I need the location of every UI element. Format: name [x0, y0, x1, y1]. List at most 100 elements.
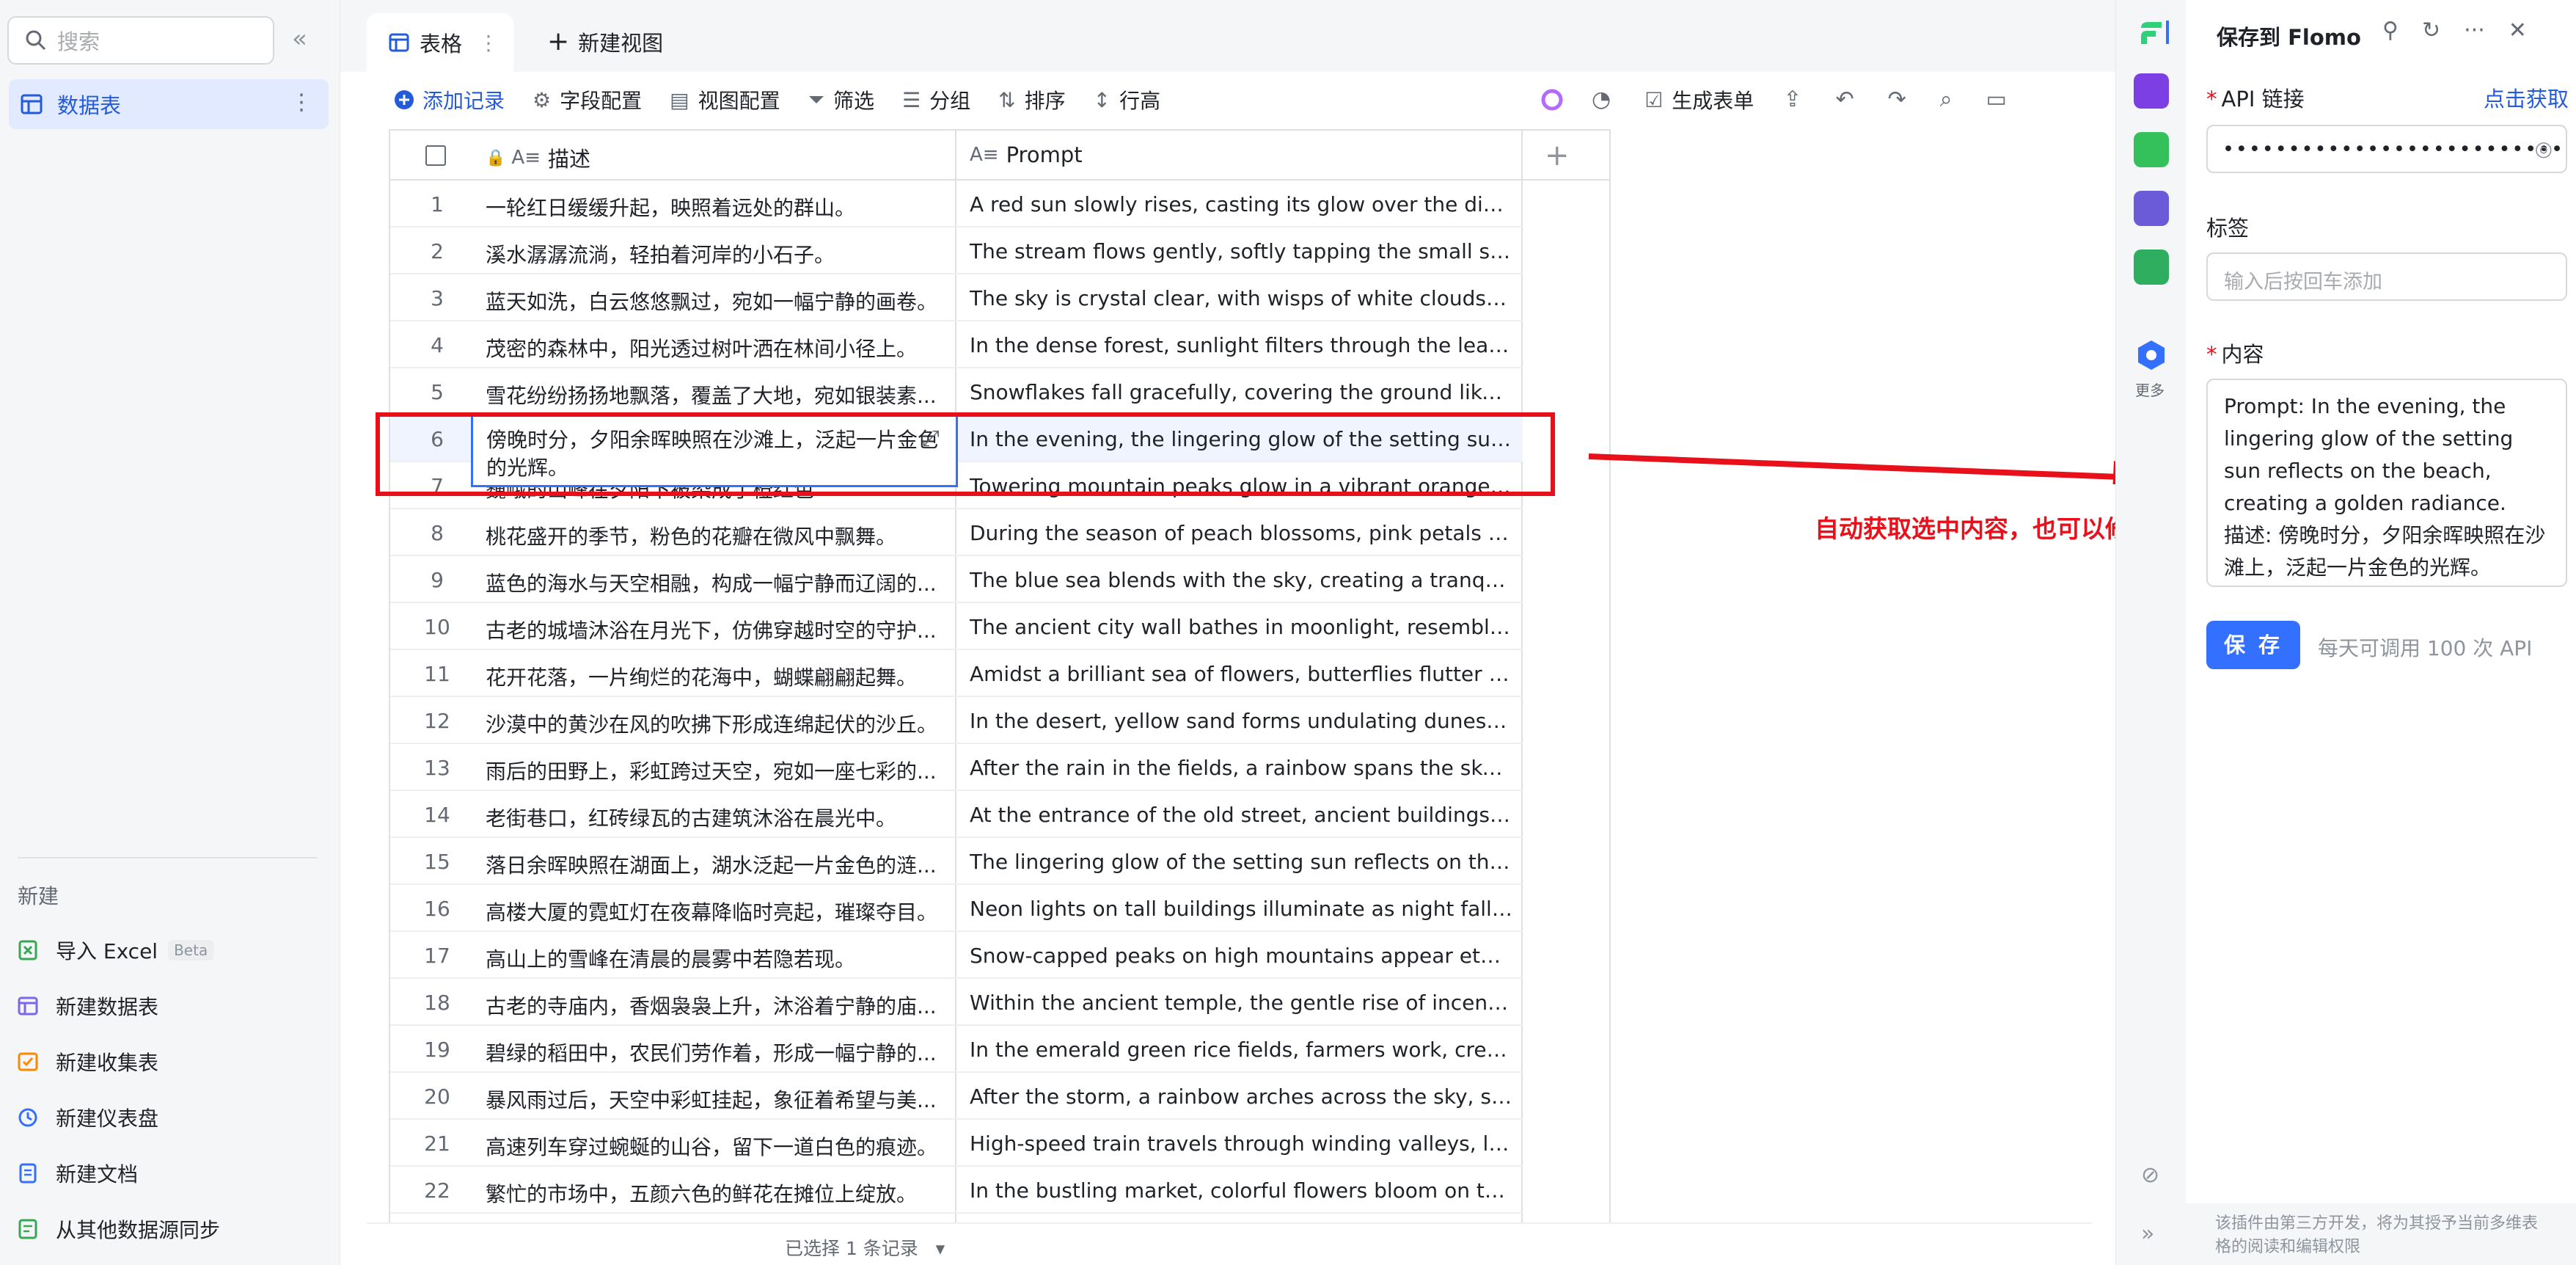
undo-icon[interactable]: ↶: [1835, 89, 1854, 111]
ai-assistant-icon[interactable]: [1540, 88, 1564, 112]
table-row[interactable]: 16 高楼大厦的霓虹灯在夜幕降临时亮起，璀璨夺目。 Neon lights on t…: [390, 885, 1523, 932]
cell-desc[interactable]: 高楼大厦的霓虹灯在夜幕降临时亮起，璀璨夺目。: [484, 897, 952, 926]
cell-desc[interactable]: 暴风雨过后，天空中彩虹挂起，象征着希望与美...: [484, 1084, 952, 1114]
cell-desc[interactable]: 老街巷口，红砖绿瓦的古建筑沐浴在晨光中。: [484, 803, 952, 832]
cell-prompt[interactable]: High-speed train travels through winding…: [970, 1131, 1512, 1156]
new-dashboard-item[interactable]: 新建仪表盘: [18, 1099, 158, 1136]
add-column-icon[interactable]: +: [1545, 141, 1570, 170]
comment-icon[interactable]: ▭: [1986, 89, 2007, 111]
table-row[interactable]: 17 高山上的雪峰在清晨的晨雾中若隐若现。 Snow-capped peaks on…: [390, 932, 1523, 979]
table-row[interactable]: 9 蓝色的海水与天空相融，构成一幅宁静而辽阔的... The blue sea bl…: [390, 556, 1523, 603]
search-input[interactable]: 搜索: [7, 16, 274, 65]
cell-prompt[interactable]: Neon lights on tall buildings illuminate…: [970, 897, 1512, 921]
plugin-user-icon[interactable]: [2134, 73, 2169, 109]
cell-prompt[interactable]: Snow-capped peaks on high mountains appe…: [970, 944, 1512, 968]
cell-prompt[interactable]: The stream flows gently, softly tapping …: [970, 239, 1512, 263]
cell-prompt[interactable]: During the season of peach blossoms, pin…: [970, 521, 1512, 545]
sync-datasource-item[interactable]: 从其他数据源同步: [18, 1211, 220, 1247]
pin-icon[interactable]: ⚲: [2382, 18, 2398, 43]
filter-button[interactable]: ⏷ 筛选: [808, 85, 874, 114]
cell-desc[interactable]: 溪水潺潺流淌，轻拍着河岸的小石子。: [484, 239, 952, 269]
cell-desc[interactable]: 花开花落，一片绚烂的花海中，蝴蝶翩翩起舞。: [484, 662, 952, 691]
table-row[interactable]: 10 古老的城墙沐浴在月光下，仿佛穿越时空的守护... The ancient ci…: [390, 603, 1523, 650]
cell-prompt[interactable]: The lingering glow of the setting sun re…: [970, 850, 1512, 874]
table-row[interactable]: 20 暴风雨过后，天空中彩虹挂起，象征着希望与美... After the stor…: [390, 1073, 1523, 1120]
sidebar-item-datatable[interactable]: 数据表 ⋮: [9, 79, 329, 129]
cell-desc[interactable]: 雨后的田野上，彩虹跨过天空，宛如一座七彩的...: [484, 756, 952, 785]
plugin-doc-icon[interactable]: [2134, 132, 2169, 167]
cell-desc[interactable]: 茂密的森林中，阳光透过树叶洒在林间小径上。: [484, 333, 952, 362]
table-row[interactable]: 3 蓝天如洗，白云悠悠飘过，宛如一幅宁静的画卷。 The sky is crysta…: [390, 274, 1523, 321]
save-button[interactable]: 保 存: [2206, 621, 2300, 669]
view-config-button[interactable]: ▤ 视图配置: [670, 85, 780, 114]
cell-desc[interactable]: 碧绿的稻田中，农民们劳作着，形成一幅宁静的...: [484, 1038, 952, 1067]
share-icon[interactable]: ⇪: [1783, 89, 1801, 111]
close-icon[interactable]: ✕: [2509, 18, 2527, 43]
cell-desc[interactable]: 一轮红日缓缓升起，映照着远处的群山。: [484, 192, 952, 222]
table-row[interactable]: 21 高速列车穿过蜿蜒的山谷，留下一道白色的痕迹。 High-speed train…: [390, 1120, 1523, 1167]
table-row[interactable]: 12 沙漠中的黄沙在风的吹拂下形成连绵起伏的沙丘。 In the desert, y…: [390, 697, 1523, 744]
plugin-sheet-icon[interactable]: [2134, 249, 2169, 285]
eye-off-icon[interactable]: ◎: [2535, 136, 2554, 161]
cell-prompt[interactable]: After the storm, a rainbow arches across…: [970, 1084, 1512, 1109]
table-row[interactable]: 5 雪花纷纷扬扬地飘落，覆盖了大地，宛如银装素... Snowflakes fall…: [390, 368, 1523, 415]
cell-prompt[interactable]: The sky is crystal clear, with wisps of …: [970, 286, 1512, 310]
cell-desc[interactable]: 高速列车穿过蜿蜒的山谷，留下一道白色的痕迹。: [484, 1131, 952, 1161]
cell-desc[interactable]: 高山上的雪峰在清晨的晨雾中若隐若现。: [484, 944, 952, 973]
cell-desc[interactable]: 蓝天如洗，白云悠悠飘过，宛如一幅宁静的画卷。: [484, 286, 952, 316]
cell-desc[interactable]: 雪花纷纷扬扬地飘落，覆盖了大地，宛如银装素...: [484, 380, 952, 409]
table-row[interactable]: 15 落日余晖映照在湖面上，湖水泛起一片金色的涟... The lingering …: [390, 838, 1523, 885]
add-record-button[interactable]: 添加记录: [393, 85, 505, 114]
collapse-sidebar-icon[interactable]: «: [292, 26, 307, 51]
cell-prompt[interactable]: Within the ancient temple, the gentle ri…: [970, 991, 1512, 1015]
field-config-button[interactable]: ⚙ 字段配置: [533, 85, 642, 114]
tab-grid-view[interactable]: 表格 ⋮: [367, 13, 513, 72]
cell-desc[interactable]: 落日余晖映照在湖面上，湖水泛起一片金色的涟...: [484, 850, 952, 879]
new-doc-item[interactable]: 新建文档: [18, 1155, 138, 1192]
content-textarea[interactable]: Prompt: In the evening, the lingering gl…: [2206, 379, 2567, 587]
cell-prompt[interactable]: In the bustling market, colorful flowers…: [970, 1178, 1512, 1203]
table-row[interactable]: 22 繁忙的市场中，五颜六色的鲜花在摊位上绽放。 In the bustling m…: [390, 1167, 1523, 1214]
group-button[interactable]: ☰ 分组: [902, 85, 970, 114]
row-height-button[interactable]: ↕ 行高: [1094, 85, 1160, 114]
cell-prompt[interactable]: Amidst a brilliant sea of flowers, butte…: [970, 662, 1512, 686]
table-row[interactable]: 14 老街巷口，红砖绿瓦的古建筑沐浴在晨光中。 At the entrance of…: [390, 791, 1523, 838]
refresh-icon[interactable]: ↻: [2422, 18, 2440, 43]
cell-desc[interactable]: 古老的寺庙内，香烟袅袅上升，沐浴着宁静的庙...: [484, 991, 952, 1020]
column-header-desc[interactable]: 🔒 A≡ 描述: [486, 142, 590, 173]
selection-count[interactable]: 已选择 1 条记录 ▾: [785, 1234, 945, 1261]
redo-icon[interactable]: ↷: [1888, 89, 1906, 111]
cell-desc[interactable]: 沙漠中的黄沙在风的吹拂下形成连绵起伏的沙丘。: [484, 709, 952, 738]
cell-desc[interactable]: 蓝色的海水与天空相融，构成一幅宁静而辽阔的...: [484, 568, 952, 597]
new-datatable-item[interactable]: 新建数据表: [18, 988, 158, 1024]
table-row[interactable]: 11 花开花落，一片绚烂的花海中，蝴蝶翩翩起舞。 Amidst a brillian…: [390, 650, 1523, 697]
flomo-plugin-icon[interactable]: [2134, 15, 2169, 50]
plugin-table-icon[interactable]: [2134, 191, 2169, 226]
cell-desc[interactable]: 古老的城墙沐浴在月光下，仿佛穿越时空的守护...: [484, 615, 952, 644]
code-icon[interactable]: ⊘: [2141, 1162, 2159, 1188]
more-plugins-icon[interactable]: [2134, 338, 2169, 373]
cell-prompt[interactable]: After the rain in the fields, a rainbow …: [970, 756, 1512, 780]
import-excel-item[interactable]: 导入 Excel Beta: [18, 932, 214, 969]
tags-input[interactable]: 输入后按回车添加: [2206, 252, 2567, 301]
cell-prompt[interactable]: In the dense forest, sunlight filters th…: [970, 333, 1512, 357]
generate-form-button[interactable]: ☑ 生成表单: [1644, 85, 1754, 114]
new-view-button[interactable]: + 新建视图: [547, 26, 663, 57]
expand-panel-icon[interactable]: »: [2141, 1221, 2154, 1247]
cell-desc[interactable]: 繁忙的市场中，五颜六色的鲜花在摊位上绽放。: [484, 1178, 952, 1208]
cell-prompt[interactable]: A red sun slowly rises, casting its glow…: [970, 192, 1512, 216]
more-icon[interactable]: ···: [2464, 18, 2485, 43]
select-all-checkbox[interactable]: [425, 145, 446, 166]
table-row[interactable]: 18 古老的寺庙内，香烟袅袅上升，沐浴着宁静的庙... Within the anc…: [390, 979, 1523, 1026]
table-row[interactable]: 4 茂密的森林中，阳光透过树叶洒在林间小径上。 In the dense fores…: [390, 321, 1523, 368]
cell-prompt[interactable]: The ancient city wall bathes in moonligh…: [970, 615, 1512, 639]
table-row[interactable]: 13 雨后的田野上，彩虹跨过天空，宛如一座七彩的... After the rain…: [390, 744, 1523, 791]
cell-prompt[interactable]: The blue sea blends with the sky, creati…: [970, 568, 1512, 592]
cell-prompt[interactable]: In the emerald green rice fields, farmer…: [970, 1038, 1512, 1062]
cell-prompt[interactable]: Snowflakes fall gracefully, covering the…: [970, 380, 1512, 404]
cell-desc[interactable]: 桃花盛开的季节，粉色的花瓣在微风中飘舞。: [484, 521, 952, 550]
table-row[interactable]: 8 桃花盛开的季节，粉色的花瓣在微风中飘舞。 During the season o…: [390, 509, 1523, 556]
table-row[interactable]: 2 溪水潺潺流淌，轻拍着河岸的小石子。 The stream flows gentl…: [390, 227, 1523, 274]
tab-more-icon[interactable]: ⋮: [478, 31, 499, 55]
more-vertical-icon[interactable]: ⋮: [290, 90, 312, 115]
